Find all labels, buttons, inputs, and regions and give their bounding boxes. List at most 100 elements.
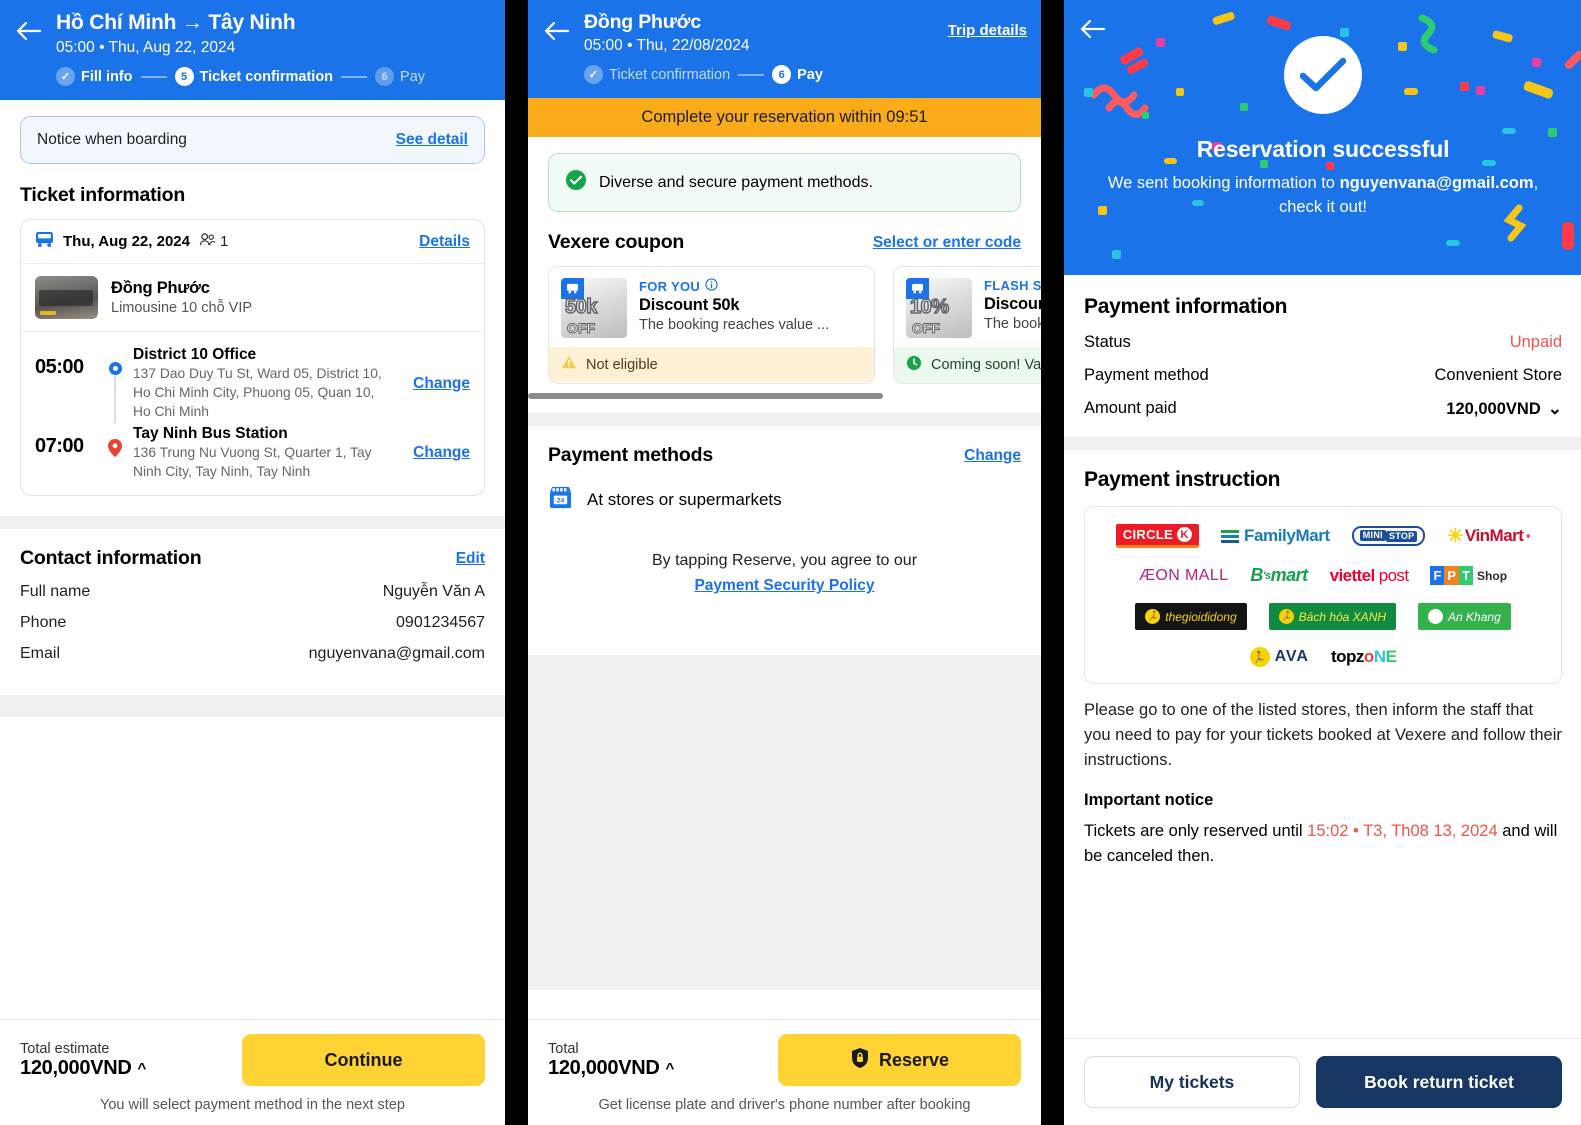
leg-address: 137 Dao Duy Tu St, Ward 05, District 10,…	[133, 366, 382, 419]
payment-method-label: At stores or supermarkets	[587, 490, 782, 510]
contact-row-email: Email nguyenvana@gmail.com	[20, 645, 485, 663]
my-tickets-button[interactable]: My tickets	[1084, 1056, 1300, 1108]
notice-prefix: Tickets are only reserved until	[1084, 822, 1308, 841]
store-logo-row: CIRCLE K FamilyMart MINI STOP ✳ VinMart +	[1095, 524, 1551, 548]
store-logo-bach-hoa-xanh: 🏃 Bách hóa XANH	[1268, 603, 1397, 630]
store-logo-row: 🏃 AVA topz o N E	[1095, 647, 1551, 667]
back-arrow-icon[interactable]	[1080, 19, 1106, 44]
pickup-dot-icon	[108, 362, 122, 376]
leg-time: 05:00	[35, 356, 84, 379]
passengers-icon	[199, 232, 216, 251]
agree-line: By tapping Reserve, you agree to our	[651, 552, 918, 570]
store-logos-box: CIRCLE K FamilyMart MINI STOP ✳ VinMart + Æ…	[1084, 506, 1562, 684]
step-pay[interactable]: 6 Pay	[772, 65, 823, 85]
coupon-name: Discount 50k	[639, 296, 740, 315]
ticket-card-header: Thu, Aug 22, 2024 1 Details	[21, 220, 484, 265]
coupon-status-text: Coming soon! Valid from	[931, 357, 1041, 374]
payment-security-policy-link[interactable]: Payment Security Policy	[694, 577, 874, 594]
info-icon[interactable]	[705, 278, 718, 294]
coupon-card[interactable]: 10% OFF FLASH SALE Discount 10% The book…	[893, 266, 1041, 385]
total-estimate-label: Total estimate	[20, 1040, 110, 1057]
row-key: Full name	[20, 583, 91, 601]
coupon-scrollbar[interactable]	[528, 393, 883, 400]
trip-datetime: 05:00 • Thu, Aug 22, 2024	[56, 39, 236, 57]
store-logo-familymart: FamilyMart	[1220, 526, 1330, 546]
section-divider	[0, 516, 505, 530]
trip-details-link[interactable]: Trip details	[948, 10, 1027, 39]
section-divider	[528, 413, 1041, 427]
store-logo-viettel-post: viettel post	[1329, 565, 1409, 585]
payment-information-title: Payment information	[1084, 295, 1288, 318]
boarding-notice-box[interactable]: Notice when boarding See detail	[20, 116, 485, 165]
step-indicator: ✓ Ticket confirmation 6 Pay	[542, 65, 1027, 85]
step-ticket-confirmation[interactable]: ✓ Ticket confirmation	[584, 65, 731, 85]
row-key: Phone	[20, 614, 67, 632]
leg-time: 07:00	[35, 435, 84, 458]
total-amount[interactable]: 120,000VND ^	[548, 1057, 674, 1080]
leg-place-name: Tay Ninh Bus Station	[133, 425, 288, 443]
step-label: Pay	[400, 68, 426, 85]
change-payment-method-link[interactable]: Change	[964, 447, 1021, 465]
panel-separator-2	[1041, 0, 1064, 1125]
store-icon: 24	[548, 485, 573, 515]
step-badge: ✓	[584, 65, 603, 85]
change-pickup-link[interactable]: Change	[413, 375, 470, 392]
route-line	[114, 376, 116, 424]
coupon-badge: 50k OFF	[561, 278, 627, 339]
payment-row-method: Payment method Convenient Store	[1084, 366, 1562, 385]
see-detail-link[interactable]: See detail	[396, 131, 468, 149]
step-fill-info[interactable]: ✓ Fill info	[56, 67, 133, 87]
panel-payment: Đồng Phước 05:00 • Thu, 22/08/2024 Trip …	[528, 0, 1041, 1125]
user-email: nguyenvana@gmail.com	[1339, 174, 1534, 192]
step-label: Ticket confirmation	[609, 66, 731, 83]
coupon-carousel[interactable]: 50k OFF FOR YOU Discount 50k The booking…	[528, 254, 1041, 385]
back-arrow-icon[interactable]	[14, 16, 44, 46]
store-logo-circle-k: CIRCLE K	[1115, 524, 1199, 548]
ticket-details-link[interactable]: Details	[419, 233, 470, 251]
select-or-enter-code-link[interactable]: Select or enter code	[873, 234, 1021, 252]
reserve-button[interactable]: Reserve	[778, 1034, 1021, 1086]
payment-row-amount[interactable]: Amount paid 120,000VND ⌄	[1084, 399, 1562, 419]
passenger-count: 1	[199, 232, 228, 251]
back-arrow-icon[interactable]	[542, 16, 572, 46]
book-return-ticket-button[interactable]: Book return ticket	[1315, 1056, 1562, 1108]
coupon-description: The booking reach...	[984, 316, 1041, 333]
reservation-timer-bar: Complete your reservation within 09:51	[528, 98, 1041, 138]
row-key: Status	[1084, 333, 1131, 351]
message-prefix: We sent booking information to	[1107, 174, 1340, 192]
selected-payment-method[interactable]: 24 At stores or supermarkets	[548, 485, 1021, 515]
panel-reservation-success: Reservation successful We sent booking i…	[1064, 0, 1581, 1125]
chevron-down-icon[interactable]: ⌄	[1548, 399, 1562, 419]
step-ticket-confirmation[interactable]: 5 Ticket confirmation	[174, 67, 333, 87]
operator-title: Đồng Phước	[584, 11, 701, 33]
coupon-kind-label: FOR YOU	[639, 278, 701, 294]
step-pay[interactable]: 6 Pay	[375, 67, 426, 87]
step-badge: 6	[772, 65, 792, 85]
edit-contact-link[interactable]: Edit	[456, 550, 485, 568]
bus-photo-thumbnail	[35, 276, 98, 320]
coupon-kind-label: FLASH SALE	[984, 278, 1041, 294]
coupon-off-label: OFF	[912, 320, 941, 337]
amount-value: 120,000VND	[548, 1056, 660, 1079]
store-logo-fpt-shop: F P T Shop	[1430, 566, 1507, 585]
store-logo-ministop: MINI STOP	[1351, 526, 1426, 546]
important-notice-body: Tickets are only reserved until 15:02 • …	[1084, 819, 1562, 869]
payment-methods-title: Payment methods	[548, 444, 713, 467]
total-estimate-amount[interactable]: 120,000VND ^	[20, 1057, 146, 1080]
coupon-card[interactable]: 50k OFF FOR YOU Discount 50k The booking…	[548, 266, 875, 385]
boarding-notice-label: Notice when boarding	[37, 131, 187, 149]
ticket-information-title: Ticket information	[20, 184, 186, 207]
store-logo-aeon-mall: ÆON MALL	[1138, 566, 1229, 584]
store-logo-bsmart: B's mart	[1250, 565, 1308, 585]
section-divider	[1064, 437, 1581, 450]
store-logo-ava: 🏃 AVA	[1249, 647, 1309, 667]
amount-value-group[interactable]: 120,000VND ⌄	[1446, 399, 1562, 419]
step-badge: 6	[375, 67, 395, 87]
payment-instruction-body: Please go to one of the listed stores, t…	[1084, 701, 1562, 770]
panel1-header: Hồ Chí Minh → Tây Ninh 05:00 • Thu, Aug …	[0, 0, 505, 101]
continue-button[interactable]: Continue	[242, 1034, 485, 1086]
row-value: Nguyễn Văn A	[382, 583, 485, 601]
change-dropoff-link[interactable]: Change	[413, 444, 470, 461]
bus-icon	[35, 231, 54, 252]
step-indicator: ✓ Fill info 5 Ticket confirmation 6 Pay	[14, 67, 491, 87]
